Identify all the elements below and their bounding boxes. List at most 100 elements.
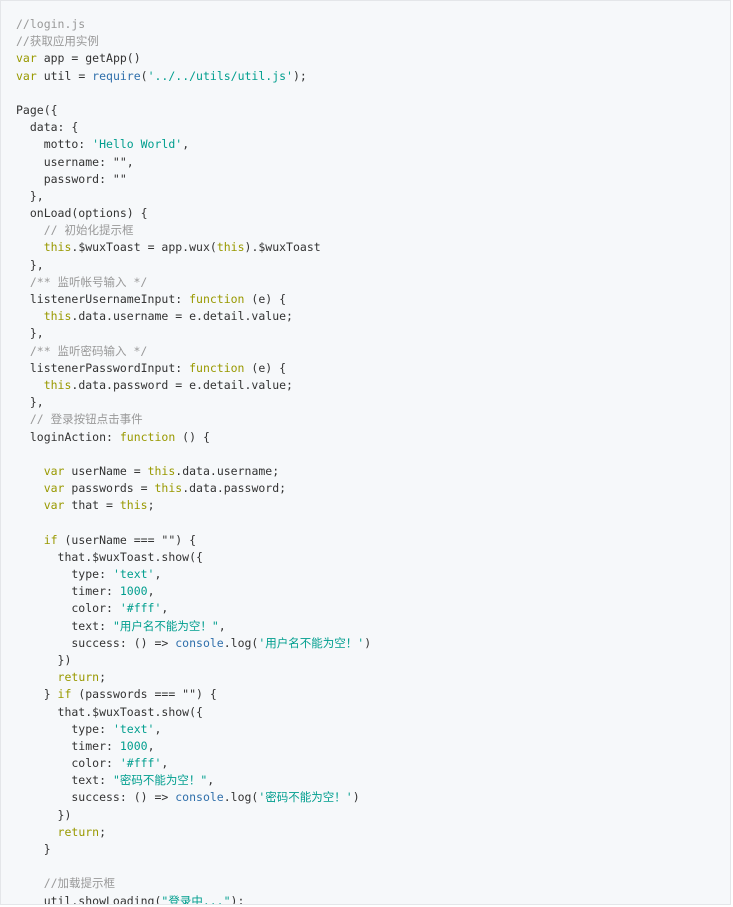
code-token: timer: <box>16 738 120 753</box>
code-token: color: <box>16 756 120 771</box>
code-token: .data.password = e.detail.value; <box>71 377 293 392</box>
code-token: , <box>182 137 190 152</box>
code-line: that.$wuxToast.show({ <box>16 549 371 566</box>
code-token: text: <box>16 618 113 633</box>
code-token: }, <box>16 326 44 341</box>
keyword-token: var <box>43 463 65 478</box>
string-token: '#fff' <box>119 601 162 616</box>
code-token: type: <box>16 567 113 581</box>
keyword-token: if <box>57 687 72 702</box>
code-token: util = <box>36 68 93 83</box>
code-token: ; <box>147 498 155 513</box>
code-token: }) <box>16 807 72 822</box>
builtin-token: require <box>92 68 141 83</box>
number-token: 1000 <box>119 738 148 753</box>
code-token: .data.username; <box>175 463 280 478</box>
code-token: , <box>161 756 169 771</box>
code-token: (e) { <box>244 292 287 306</box>
code-line: }, <box>16 257 371 274</box>
keyword-token: this <box>119 498 148 513</box>
code-token: util.showLoading( <box>16 893 162 905</box>
keyword-token: this <box>216 240 245 255</box>
code-line: color: '#fff', <box>16 755 371 772</box>
code-line: type: 'text', <box>16 721 371 738</box>
code-token: success: () => <box>16 635 176 650</box>
code-token: that = <box>64 498 120 513</box>
code-line: loginAction: function () { <box>16 429 371 446</box>
keyword-token: var <box>16 68 37 83</box>
code-token: } <box>16 687 58 702</box>
keyword-token: return <box>57 824 100 839</box>
code-token: ; <box>99 824 107 839</box>
string-token: '用户名不能为空！' <box>258 635 365 650</box>
code-token: }) <box>16 652 72 667</box>
code-line: }) <box>16 652 371 669</box>
code-token: type: <box>16 721 113 736</box>
code-token: success: () => <box>16 790 176 805</box>
code-line: //加载提示框 <box>16 875 371 892</box>
string-token: '#fff' <box>119 756 162 771</box>
code-line: }, <box>16 325 371 342</box>
comment-token: // 初始化提示框 <box>16 223 134 238</box>
code-token: , <box>161 601 169 616</box>
code-line: this.$wuxToast = app.wux(this).$wuxToast <box>16 239 371 256</box>
code-token: ); <box>230 893 245 905</box>
code-line: // 初始化提示框 <box>16 222 371 239</box>
string-token: '密码不能为空！' <box>258 790 353 805</box>
string-token: 'text' <box>112 721 155 736</box>
comment-token: //获取应用实例 <box>16 34 99 49</box>
code-token: ( <box>140 68 148 83</box>
code-token: .data.password; <box>182 481 287 496</box>
code-line: timer: 1000, <box>16 583 371 600</box>
code-line: return; <box>16 824 371 841</box>
builtin-token: console <box>175 635 224 650</box>
keyword-token: var <box>43 481 65 496</box>
code-line: var app = getApp() <box>16 50 371 67</box>
keyword-token: this <box>43 309 72 324</box>
keyword-token: function <box>189 360 245 375</box>
code-block: //login.js//获取应用实例 var app = getApp() var … <box>0 0 731 905</box>
code-token: app = getApp() <box>36 51 141 66</box>
keyword-token: function <box>189 292 245 306</box>
code-token: , <box>147 738 155 753</box>
comment-token: //login.js <box>16 17 86 31</box>
code-token: .data.username = e.detail.value; <box>71 309 293 324</box>
code-token: passwords = <box>64 481 155 496</box>
code-token: () { <box>175 429 210 444</box>
keyword-token: function <box>119 429 176 444</box>
code-token: text: <box>16 773 113 788</box>
comment-token: /** 监听密码输入 */ <box>16 343 148 358</box>
code-line: }) <box>16 807 371 824</box>
code-line: /** 监听帐号输入 */ <box>16 274 371 291</box>
code-token: (passwords === "") { <box>71 687 217 702</box>
string-token: "用户名不能为空！" <box>112 618 219 633</box>
code-line: success: () => console.log('密码不能为空！') <box>16 789 371 806</box>
code-line: }, <box>16 188 371 205</box>
keyword-token: this <box>43 377 72 392</box>
code-line: var userName = this.data.username; <box>16 463 371 480</box>
code-line: text: "用户名不能为空！", <box>16 618 371 635</box>
code-token: , <box>207 773 215 788</box>
keyword-token: this <box>147 463 176 478</box>
code-token: (userName === "") { <box>57 532 197 547</box>
code-token: loginAction: <box>16 429 120 444</box>
code-token: timer: <box>16 584 120 599</box>
code-line: // 登录按钮点击事件 <box>16 411 371 428</box>
keyword-token: this <box>43 240 72 255</box>
keyword-token: this <box>154 481 183 496</box>
code-line: color: '#fff', <box>16 600 371 617</box>
code-line: this.data.username = e.detail.value; <box>16 308 371 325</box>
code-token: onLoad(options) { <box>16 206 148 221</box>
keyword-token: return <box>57 670 100 685</box>
code-line: } if (passwords === "") { <box>16 686 371 703</box>
code-line: data: { <box>16 119 371 136</box>
code-line: return; <box>16 669 371 686</box>
code-token: ; <box>99 670 107 685</box>
number-token: 1000 <box>119 584 148 599</box>
